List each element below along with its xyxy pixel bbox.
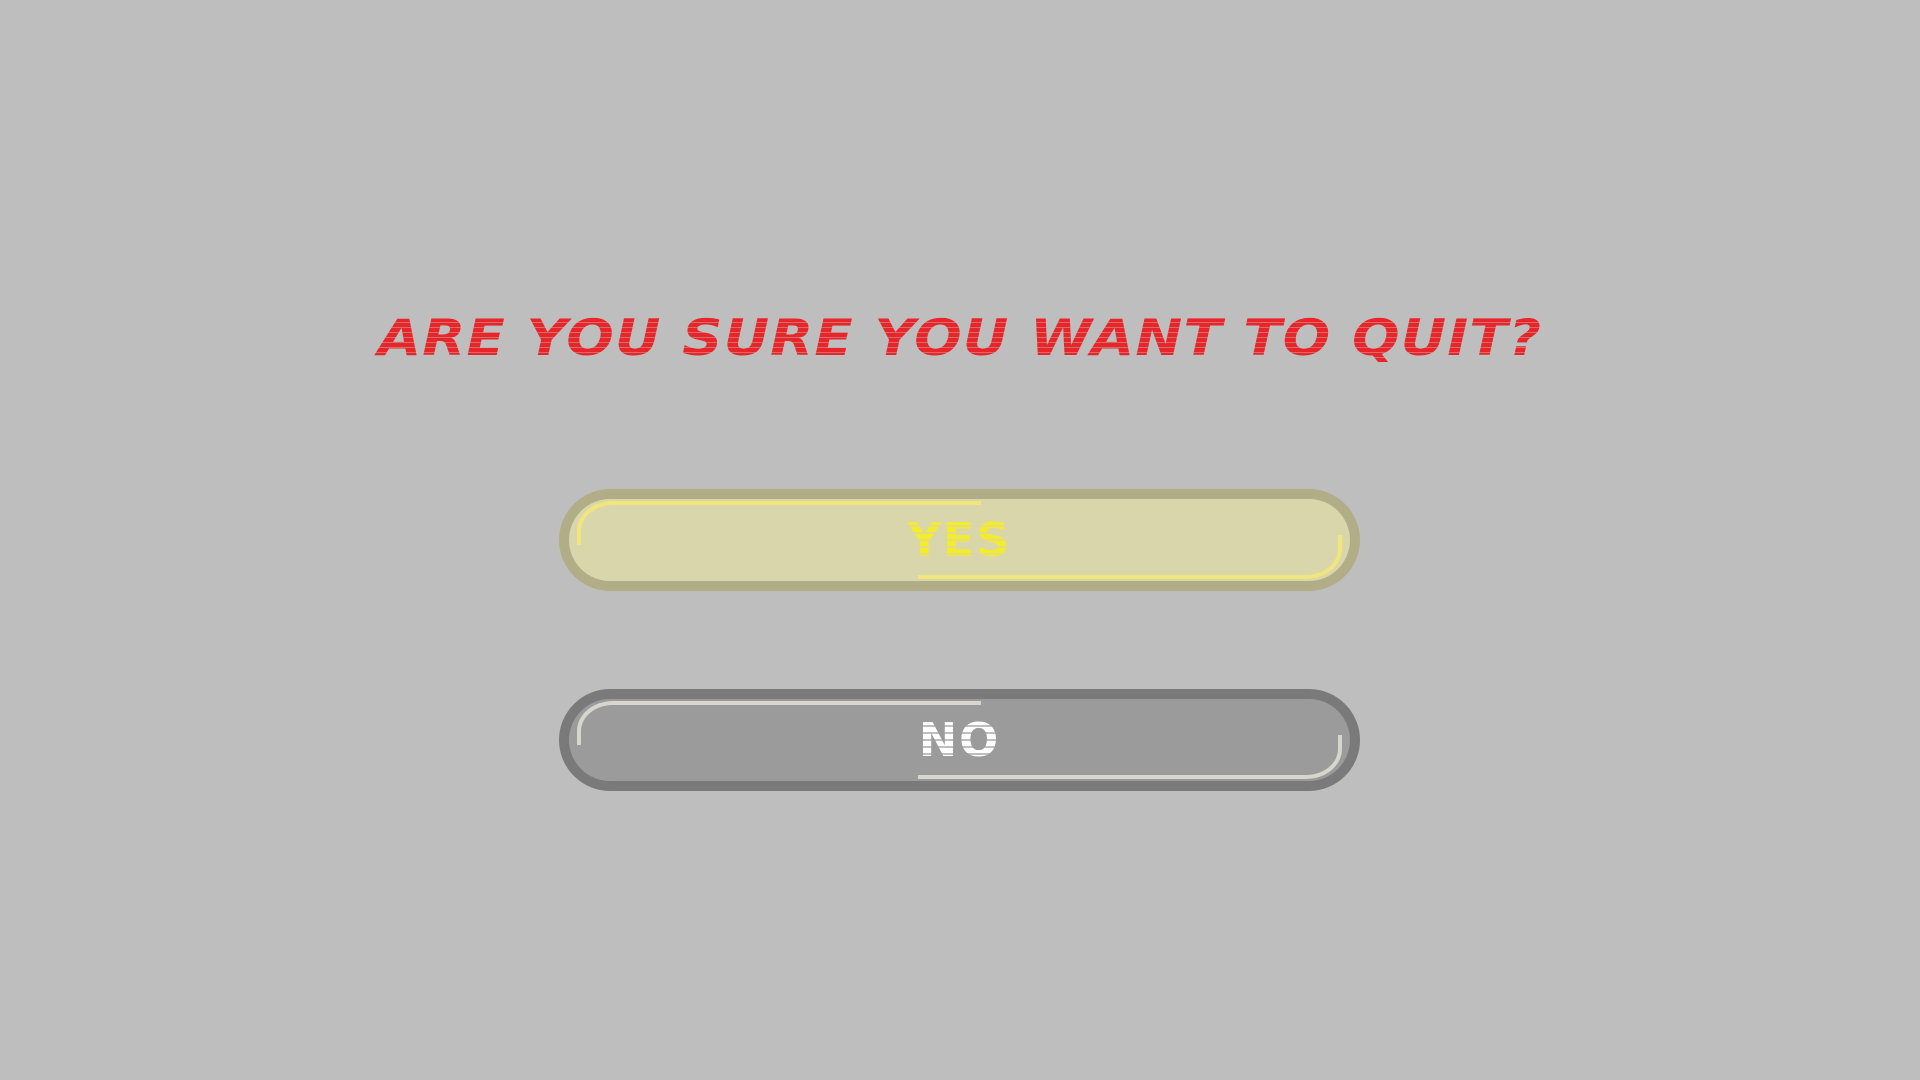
quit-confirm-title: ARE YOU SURE YOU WANT TO QUIT? — [377, 309, 1543, 367]
quit-confirm-dialog: ARE YOU SURE YOU WANT TO QUIT? YES NO — [0, 0, 1920, 1080]
yes-button-label: YES — [907, 513, 1012, 567]
no-button-label: NO — [918, 713, 1001, 767]
no-button[interactable]: NO — [559, 689, 1360, 791]
yes-button[interactable]: YES — [559, 489, 1360, 591]
